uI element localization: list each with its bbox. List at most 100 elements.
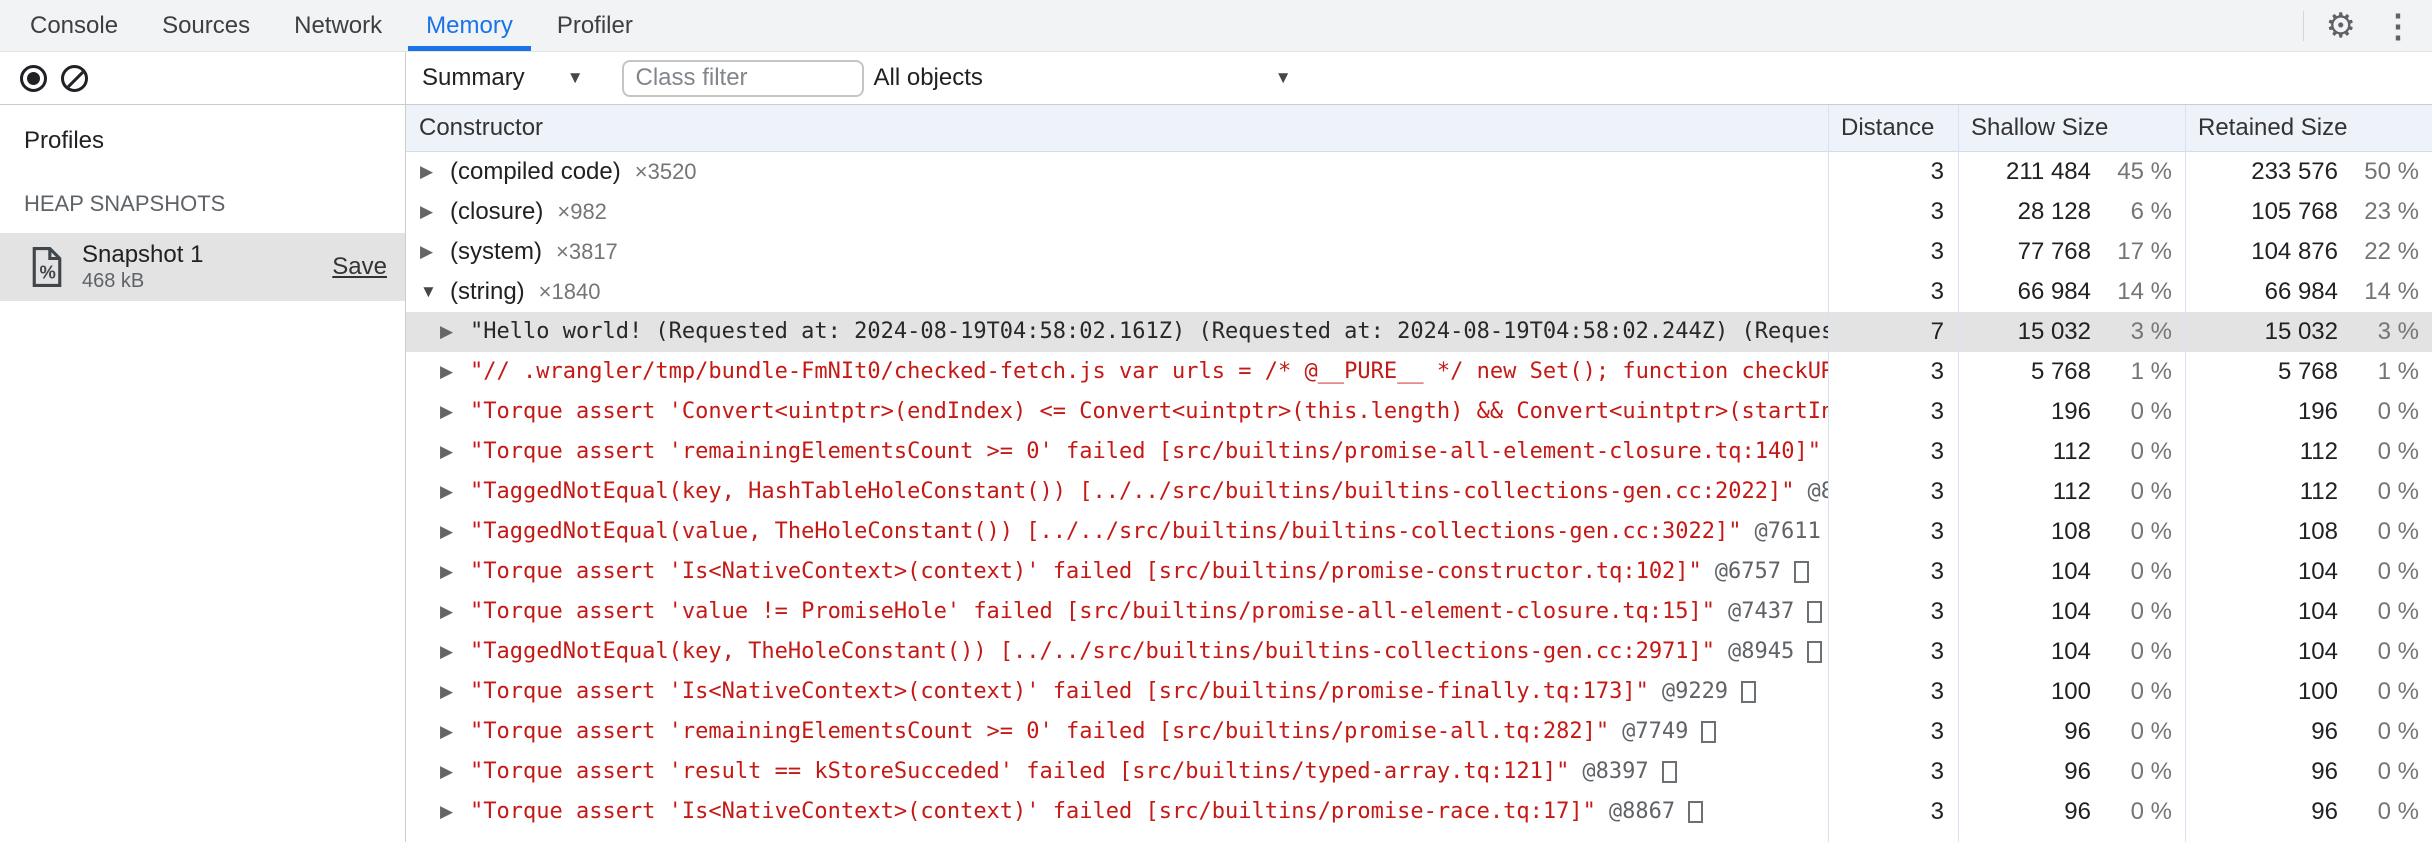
expand-icon[interactable]: ▶ bbox=[440, 632, 470, 672]
constructor-cell: ▶ "Torque assert 'value != PromiseHole' f… bbox=[406, 592, 1828, 632]
shallow-size-percent: 0 % bbox=[2130, 518, 2172, 545]
object-id: @6757 bbox=[1714, 559, 1782, 584]
constructor-cell: ▶ (system) ×3817 bbox=[406, 232, 1828, 272]
constructor-cell: ▶ (compiled code) ×3520 bbox=[406, 152, 1828, 192]
tab-sources[interactable]: Sources bbox=[140, 0, 272, 51]
gear-icon[interactable]: ⚙ bbox=[2326, 9, 2356, 43]
record-heap-snapshot-icon[interactable] bbox=[20, 64, 47, 92]
string-row[interactable]: ▶ "Torque assert 'result == kStoreSuccede… bbox=[406, 752, 2432, 792]
string-value: "Torque assert 'result == kStoreSucceded… bbox=[470, 759, 1570, 784]
column-header-distance[interactable]: Distance bbox=[1828, 105, 1958, 151]
retained-size-cell: 104 0 % bbox=[2185, 632, 2432, 672]
string-row[interactable]: ▶ "Torque assert 'remainingElementsCount … bbox=[406, 432, 2432, 472]
devtools-tab-bar: Console Sources Network Memory Profiler … bbox=[0, 0, 2432, 52]
expand-icon[interactable]: ▶ bbox=[420, 152, 450, 192]
string-row[interactable]: ▶ "Torque assert 'Is<NativeContext>(conte… bbox=[406, 792, 2432, 832]
object-scope-select[interactable]: All objects ▼ bbox=[874, 64, 1292, 92]
shallow-size-value: 211 484 bbox=[2006, 158, 2091, 185]
kebab-menu-icon[interactable]: ⋮ bbox=[2382, 10, 2414, 42]
snapshot-meta: Snapshot 1 468 kB bbox=[82, 241, 332, 293]
clear-profiles-icon[interactable] bbox=[61, 64, 88, 92]
shallow-size-value: 196 bbox=[2050, 398, 2091, 425]
grid-header: Constructor Distance Shallow Size Retain… bbox=[406, 105, 2432, 152]
expand-icon[interactable]: ▶ bbox=[440, 312, 470, 352]
expand-icon[interactable]: ▶ bbox=[420, 192, 450, 232]
expand-icon[interactable]: ▶ bbox=[440, 752, 470, 792]
shallow-size-value: 96 bbox=[2064, 798, 2091, 825]
string-row[interactable]: ▶ "TaggedNotEqual(key, HashTableHoleConst… bbox=[406, 472, 2432, 512]
constructor-row[interactable]: ▶ (compiled code) ×3520 3 211 484 45 % 233 576… bbox=[406, 152, 2432, 192]
heap-snapshot-file-icon: % bbox=[32, 247, 62, 287]
distance-cell: 3 bbox=[1930, 518, 1944, 545]
constructor-row[interactable]: ▶ (system) ×3817 3 77 768 17 % 104 876 22 % bbox=[406, 232, 2432, 272]
column-header-shallow-size[interactable]: Shallow Size bbox=[1958, 105, 2185, 151]
snapshot-item[interactable]: % Snapshot 1 468 kB Save bbox=[0, 233, 405, 301]
tab-profiler[interactable]: Profiler bbox=[535, 0, 655, 51]
expand-icon[interactable]: ▶ bbox=[440, 672, 470, 712]
expand-icon[interactable]: ▶ bbox=[440, 432, 470, 472]
heap-snapshots-heading: HEAP SNAPSHOTS bbox=[24, 191, 226, 216]
tab-console[interactable]: Console bbox=[8, 0, 140, 51]
shallow-size-cell: 104 0 % bbox=[1958, 632, 2185, 672]
record-dot bbox=[27, 71, 40, 85]
missing-glyph-box bbox=[1661, 761, 1677, 783]
string-value: "Torque assert 'Is<NativeContext>(contex… bbox=[470, 679, 1649, 704]
retained-size-value: 100 bbox=[2297, 678, 2338, 705]
string-row[interactable]: ▶ "Torque assert 'Is<NativeContext>(conte… bbox=[406, 672, 2432, 712]
column-header-retained-size[interactable]: Retained Size bbox=[2185, 105, 2432, 151]
string-row[interactable]: ▶ "Torque assert 'remainingElementsCount … bbox=[406, 712, 2432, 752]
string-row[interactable]: ▶ "TaggedNotEqual(value, TheHoleConstant(… bbox=[406, 512, 2432, 552]
expand-icon[interactable]: ▶ bbox=[440, 712, 470, 752]
string-row[interactable]: ▶ "TaggedNotEqual(key, TheHoleConstant())… bbox=[406, 632, 2432, 672]
shallow-size-percent: 0 % bbox=[2130, 718, 2172, 745]
string-row[interactable]: ▶ "Torque assert 'Is<NativeContext>(conte… bbox=[406, 552, 2432, 592]
string-value: "TaggedNotEqual(key, TheHoleConstant()) … bbox=[470, 639, 1716, 664]
string-value: "// .wrangler/tmp/bundle-FmNIt0/checked-… bbox=[470, 359, 1828, 384]
distance-cell: 3 bbox=[1930, 798, 1944, 825]
constructor-row[interactable]: ▼ (string) ×1840 3 66 984 14 % 66 984 14 % bbox=[406, 272, 2432, 312]
tab-memory[interactable]: Memory bbox=[404, 0, 535, 51]
retained-size-percent: 0 % bbox=[2377, 478, 2419, 505]
string-row[interactable]: ▶ "Torque assert 'Convert<uintptr>(endInd… bbox=[406, 392, 2432, 432]
shallow-size-cell: 104 0 % bbox=[1958, 552, 2185, 592]
perspective-select-value: Summary bbox=[422, 64, 525, 91]
expand-icon[interactable]: ▶ bbox=[440, 352, 470, 392]
expand-icon[interactable]: ▶ bbox=[440, 392, 470, 432]
string-value: "Hello world! (Requested at: 2024-08-19T… bbox=[470, 319, 1828, 344]
expand-icon[interactable]: ▶ bbox=[440, 792, 470, 832]
string-row[interactable]: ▶ "// .wrangler/tmp/bundle-FmNIt0/checked… bbox=[406, 352, 2432, 392]
tab-network[interactable]: Network bbox=[272, 0, 404, 51]
expand-icon[interactable]: ▶ bbox=[420, 232, 450, 272]
shallow-size-value: 112 bbox=[2052, 478, 2091, 505]
shallow-size-cell: 96 0 % bbox=[1958, 792, 2185, 832]
retained-size-value: 104 bbox=[2297, 558, 2338, 585]
expand-icon[interactable]: ▶ bbox=[440, 512, 470, 552]
string-row[interactable]: ▶ "Hello world! (Requested at: 2024-08-19… bbox=[406, 312, 2432, 352]
expand-icon[interactable]: ▶ bbox=[440, 472, 470, 512]
retained-size-value: 196 bbox=[2297, 398, 2338, 425]
constructor-cell: ▼ (string) ×1840 bbox=[406, 272, 1828, 312]
constructor-cell: ▶ "Torque assert 'remainingElementsCount … bbox=[406, 712, 1828, 752]
class-filter-input[interactable] bbox=[621, 59, 864, 97]
expand-icon[interactable]: ▶ bbox=[440, 552, 470, 592]
save-snapshot-link[interactable]: Save bbox=[332, 253, 387, 281]
shallow-size-cell: 77 768 17 % bbox=[1958, 232, 2185, 272]
instance-count: ×3520 bbox=[634, 159, 697, 184]
shallow-size-value: 77 768 bbox=[2017, 238, 2091, 265]
perspective-select[interactable]: Summary ▼ bbox=[422, 64, 584, 92]
shallow-size-value: 104 bbox=[2050, 558, 2091, 585]
retained-size-percent: 0 % bbox=[2377, 518, 2419, 545]
retained-size-percent: 50 % bbox=[2364, 158, 2419, 185]
constructor-cell: ▶ "TaggedNotEqual(key, TheHoleConstant())… bbox=[406, 632, 1828, 672]
constructor-cell: ▶ (closure) ×982 bbox=[406, 192, 1828, 232]
column-header-constructor[interactable]: Constructor bbox=[406, 105, 1828, 151]
string-row[interactable]: ▶ "Torque assert 'value != PromiseHole' f… bbox=[406, 592, 2432, 632]
retained-size-value: 112 bbox=[2299, 478, 2338, 505]
expand-icon[interactable]: ▶ bbox=[440, 592, 470, 632]
distance-cell: 3 bbox=[1930, 478, 1944, 505]
collapse-icon[interactable]: ▼ bbox=[420, 272, 450, 312]
retained-size-value: 104 bbox=[2297, 598, 2338, 625]
grid-body: ▶ (compiled code) ×3520 3 211 484 45 % 233 576… bbox=[406, 152, 2432, 832]
shallow-size-percent: 6 % bbox=[2130, 198, 2172, 225]
constructor-row[interactable]: ▶ (closure) ×982 3 28 128 6 % 105 768 23 % bbox=[406, 192, 2432, 232]
